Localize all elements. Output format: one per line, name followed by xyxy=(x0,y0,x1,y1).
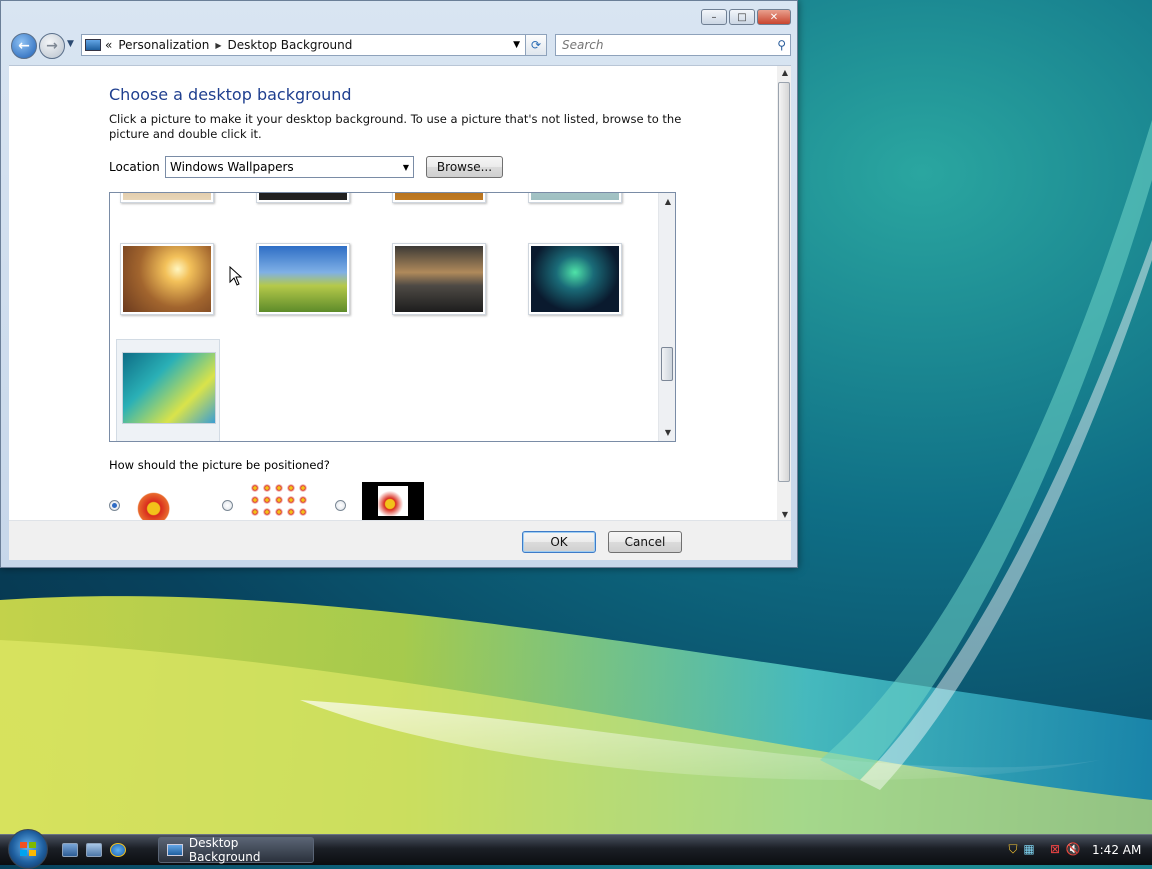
page-description: Click a picture to make it your desktop … xyxy=(109,112,682,141)
search-input[interactable] xyxy=(560,37,764,53)
mouse-cursor-icon xyxy=(229,266,243,286)
position-radio-tile[interactable] xyxy=(222,500,233,511)
wallpaper-image xyxy=(122,352,216,424)
wallpaper-image xyxy=(531,193,619,200)
minimize-button[interactable]: – xyxy=(701,9,727,25)
scroll-up-icon[interactable]: ▲ xyxy=(782,68,788,77)
wallpaper-image xyxy=(531,246,619,312)
breadcrumb-personalization[interactable]: Personalization xyxy=(118,38,209,52)
maximize-button[interactable]: □ xyxy=(729,9,755,25)
content-pane: Choose a desktop background Click a pict… xyxy=(9,65,791,521)
position-preview-fit[interactable] xyxy=(135,482,197,520)
cancel-button[interactable]: Cancel xyxy=(608,531,682,553)
breadcrumb-desktop-background[interactable]: Desktop Background xyxy=(227,38,352,52)
clock[interactable]: 1:42 AM xyxy=(1092,843,1141,857)
chevron-right-icon[interactable]: ▶ xyxy=(215,41,221,50)
center-preview-image xyxy=(378,486,408,516)
location-select[interactable]: Windows Wallpapers ▼ xyxy=(165,156,414,178)
position-preview-tile[interactable] xyxy=(249,482,311,520)
refresh-button[interactable]: ⟳ xyxy=(525,34,547,56)
windows-logo-icon xyxy=(20,842,36,856)
wallpaper-image xyxy=(395,193,483,200)
wallpaper-thumbnail[interactable] xyxy=(528,243,622,315)
close-button[interactable]: ✕ xyxy=(757,9,791,25)
content-scroll-thumb[interactable] xyxy=(778,82,790,482)
ok-button[interactable]: OK xyxy=(522,531,596,553)
taskbar-item-label: Desktop Background xyxy=(188,836,261,864)
position-radio-fit[interactable] xyxy=(109,500,120,511)
arrow-right-icon: → xyxy=(46,38,58,54)
system-tray: ⛉ ▦ ⊠ 🔇 1:42 AM xyxy=(995,837,1152,863)
internet-explorer-icon[interactable] xyxy=(110,843,126,857)
position-preview-center[interactable] xyxy=(362,482,424,520)
gallery-scrollbar[interactable]: ▲ ▼ xyxy=(658,193,675,441)
wallpaper-image xyxy=(259,193,347,200)
page-title: Choose a desktop background xyxy=(109,85,352,104)
network-icon[interactable]: ▦ xyxy=(1021,842,1037,858)
desktop-background-window: – □ ✕ ← → ▼ « Personalization ▶ Desktop … xyxy=(0,0,798,568)
wallpaper-image xyxy=(259,246,347,312)
breadcrumb-prefix[interactable]: « xyxy=(105,38,112,52)
wallpaper-thumbnail[interactable] xyxy=(392,243,486,315)
position-radio-center[interactable] xyxy=(335,500,346,511)
location-value: Windows Wallpapers xyxy=(170,160,294,174)
scroll-down-icon[interactable]: ▼ xyxy=(782,510,788,519)
location-label: Location xyxy=(109,160,160,174)
wallpaper-image xyxy=(395,246,483,312)
arrow-left-icon: ← xyxy=(18,38,30,54)
scroll-up-icon[interactable]: ▲ xyxy=(665,197,671,206)
recent-pages-dropdown[interactable]: ▼ xyxy=(67,39,74,49)
volume-mute-icon[interactable]: 🔇 xyxy=(1065,842,1081,858)
window-controls: – □ ✕ xyxy=(701,9,791,25)
network-disconnected-icon[interactable]: ⊠ xyxy=(1047,842,1063,858)
show-desktop-icon[interactable] xyxy=(62,843,78,857)
chevron-down-icon: ▼ xyxy=(402,162,409,172)
wallpaper-gallery: ▲ ▼ xyxy=(109,192,676,442)
search-box[interactable]: ⚲ xyxy=(555,34,791,56)
wallpaper-thumbnail[interactable] xyxy=(256,193,350,203)
chevron-down-icon[interactable]: ▼ xyxy=(513,40,520,50)
control-panel-icon xyxy=(167,844,183,856)
control-panel-icon xyxy=(85,39,101,51)
wallpaper-thumbnail[interactable] xyxy=(120,243,214,315)
wallpaper-thumbnail[interactable] xyxy=(256,243,350,315)
taskbar: Desktop Background ⛉ ▦ ⊠ 🔇 1:42 AM xyxy=(0,829,1152,869)
switch-windows-icon[interactable] xyxy=(86,843,102,857)
dialog-footer: OK Cancel xyxy=(9,520,791,560)
refresh-icon: ⟳ xyxy=(530,38,542,52)
content-scrollbar[interactable]: ▲ ▼ xyxy=(777,66,791,521)
start-button[interactable] xyxy=(8,829,48,869)
scroll-down-icon[interactable]: ▼ xyxy=(665,428,671,437)
forward-button[interactable]: → xyxy=(39,33,65,59)
taskbar-item-desktop-background[interactable]: Desktop Background xyxy=(158,836,314,864)
back-button[interactable]: ← xyxy=(11,33,37,59)
wallpaper-thumbnail[interactable] xyxy=(392,193,486,203)
wallpaper-image xyxy=(123,193,211,200)
search-icon[interactable]: ⚲ xyxy=(777,38,786,52)
wallpaper-thumbnail[interactable] xyxy=(120,193,214,203)
chevron-down-icon: ▼ xyxy=(67,39,74,49)
address-bar[interactable]: « Personalization ▶ Desktop Background ▼ xyxy=(81,34,527,56)
wallpaper-thumbnail[interactable] xyxy=(528,193,622,203)
position-question: How should the picture be positioned? xyxy=(109,458,330,472)
navigation-bar: ← → ▼ « Personalization ▶ Desktop Backgr… xyxy=(9,31,791,59)
gallery-scroll-thumb[interactable] xyxy=(661,347,673,381)
shield-icon[interactable]: ⛉ xyxy=(1005,842,1021,858)
browse-button[interactable]: Browse... xyxy=(426,156,503,178)
wallpaper-thumbnail-selected[interactable] xyxy=(116,339,220,441)
wallpaper-image xyxy=(123,246,211,312)
